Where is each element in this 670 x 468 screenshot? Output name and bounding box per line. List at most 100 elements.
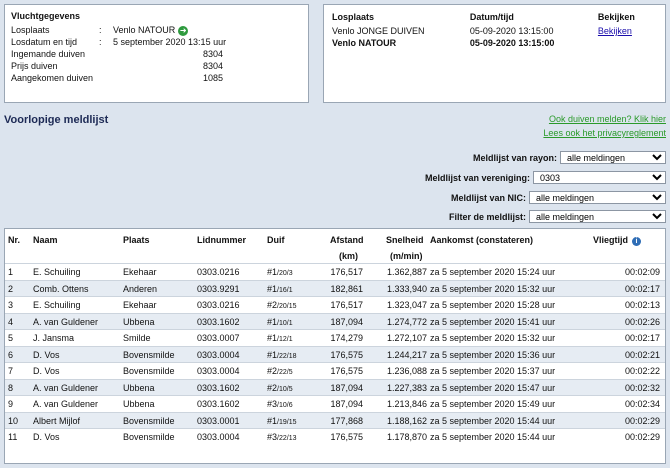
cell-vliegtijd: 00:02:26 <box>624 316 660 327</box>
cell-aankomst: za 5 september 2020 15:28 uur <box>430 300 556 310</box>
flight-value: 5 september 2020 13:15 uur <box>113 37 227 47</box>
cell-afstand: 176,517 <box>330 300 363 310</box>
cell-naam: Comb. Ottens <box>33 283 89 294</box>
flight-sep <box>99 72 113 84</box>
cell-snelheid: 1.236,088 <box>386 366 427 376</box>
filter-meldlijst: Filter de meldlijst: alle meldingen <box>449 210 666 223</box>
release-header: Losplaats Datum/tijd Bekijken <box>332 11 657 23</box>
rayon-select[interactable]: alle meldingen <box>560 151 666 164</box>
cell-duif: #3/22/13 <box>267 432 297 442</box>
cell-aankomst: za 5 september 2020 15:36 uur <box>430 349 556 360</box>
cell-afstand: 187,094 <box>330 399 363 409</box>
cell-lid: 0303.0004 <box>197 366 240 376</box>
table-header: Nr. Naam Plaats Lidnummer Duif Afstand (… <box>5 229 665 263</box>
cell-aankomst: za 5 september 2020 15:47 uur <box>430 382 556 393</box>
cell-plaats: Ubbena <box>123 382 155 393</box>
report-pigeons-link[interactable]: Ook duiven melden? Klik hier <box>549 114 666 124</box>
filter-nic: Meldlijst van NIC: alle meldingen <box>451 191 666 204</box>
filter-vereniging-label: Meldlijst van vereniging: <box>424 172 530 183</box>
nic-select[interactable]: alle meldingen <box>529 191 666 204</box>
cell-naam: E. Schuiling <box>33 300 81 310</box>
release-header-losplaats: Losplaats <box>332 12 375 22</box>
flight-label: Losdatum en tijd <box>11 37 78 47</box>
table-row: 7 D. Vos Bovensmilde 0303.0004 #2/22/5 176,57… <box>5 362 665 379</box>
cell-afstand: 176,575 <box>330 366 363 376</box>
cell-nr: 10 <box>8 415 19 426</box>
cell-snelheid: 1.333,940 <box>386 283 427 294</box>
cell-snelheid: 1.213,846 <box>386 399 427 409</box>
cell-lid: 0303.0216 <box>197 300 240 310</box>
cell-nr: 3 <box>8 300 14 310</box>
meldlijst-select[interactable]: alle meldingen <box>529 210 666 223</box>
table-row: 8 A. van Guldener Ubbena 0303.1602 #2/10/5 18… <box>5 378 665 395</box>
release-row: Venlo JONGE DUIVEN 05-09-2020 13:15:00 B… <box>332 25 657 37</box>
flight-row-losplaats: Losplaats : Venlo NATOUR ➜ <box>11 24 302 36</box>
cell-naam: D. Vos <box>33 432 60 442</box>
cell-vliegtijd: 00:02:34 <box>624 399 660 409</box>
table-row: 10 Albert Mijlof Bovensmilde 0303.0001 #1/19… <box>5 411 665 428</box>
cell-snelheid: 1.178,870 <box>386 432 427 442</box>
cell-plaats: Ekehaar <box>123 267 157 277</box>
cell-aankomst: za 5 september 2020 15:44 uur <box>430 432 556 442</box>
privacy-link[interactable]: Lees ook het privacyreglement <box>543 128 666 138</box>
cell-nr: 9 <box>8 399 14 409</box>
filter-rayon: Meldlijst van rayon: alle meldingen <box>473 151 666 164</box>
cell-snelheid: 1.272,107 <box>386 333 427 343</box>
cell-afstand: 182,861 <box>330 283 363 294</box>
release-header-bekijken: Bekijken <box>597 12 635 22</box>
cell-snelheid: 1.227,383 <box>386 382 427 393</box>
cell-nr: 1 <box>8 267 14 277</box>
cell-plaats: Bovensmilde <box>123 366 175 376</box>
cell-nr: 6 <box>8 349 14 360</box>
cell-lid: 0303.9291 <box>197 283 240 294</box>
col-naam: Naam <box>33 235 58 245</box>
arrow-right-icon[interactable]: ➜ <box>178 25 189 36</box>
cell-nr: 11 <box>8 432 18 442</box>
cell-vliegtijd: 00:02:32 <box>624 382 660 393</box>
table-row: 11 D. Vos Bovensmilde 0303.0004 #3/22/13 176,… <box>5 428 665 445</box>
cell-naam: D. Vos <box>33 366 60 376</box>
cell-afstand: 174,279 <box>330 333 363 343</box>
info-icon[interactable]: i <box>632 237 642 246</box>
cell-vliegtijd: 00:02:29 <box>624 432 660 442</box>
release-bekijken <box>598 37 657 49</box>
table-row: 6 D. Vos Bovensmilde 0303.0004 #1/22/18 176,5… <box>5 345 665 362</box>
cell-lid: 0303.0004 <box>197 349 240 360</box>
cell-nr: 8 <box>8 382 14 393</box>
cell-plaats: Ekehaar <box>123 300 157 310</box>
flight-label: Ingemande duiven <box>11 49 86 59</box>
vereniging-select[interactable]: 0303 <box>533 171 666 184</box>
col-afstand-unit: (km) <box>339 251 359 261</box>
flight-row-prijs: Prijs duiven 8304 <box>11 60 302 72</box>
cell-aankomst: za 5 september 2020 15:32 uur <box>430 333 556 343</box>
release-row-active: Venlo NATOUR 05-09-2020 13:15:00 <box>332 37 657 49</box>
cell-plaats: Anderen <box>123 283 158 294</box>
cell-aankomst: za 5 september 2020 15:41 uur <box>430 316 556 327</box>
filter-rayon-label: Meldlijst van rayon: <box>472 152 557 163</box>
cell-lid: 0303.1602 <box>197 316 240 327</box>
filter-vereniging: Meldlijst van vereniging: 0303 <box>425 171 666 184</box>
cell-naam: A. van Guldener <box>33 316 99 327</box>
cell-lid: 0303.1602 <box>197 399 240 409</box>
cell-vliegtijd: 00:02:13 <box>624 300 660 310</box>
cell-nr: 5 <box>8 333 14 343</box>
col-lidnummer: Lidnummer <box>197 235 247 245</box>
flight-value: Venlo NATOUR ➜ <box>113 25 189 36</box>
cell-plaats: Bovensmilde <box>123 349 175 360</box>
cell-snelheid: 1.323,047 <box>386 300 427 310</box>
cell-plaats: Smilde <box>123 333 151 343</box>
cell-aankomst: za 5 september 2020 15:24 uur <box>430 267 556 277</box>
table-row: 2 Comb. Ottens Anderen 0303.9291 #1/16/1 182,… <box>5 279 665 296</box>
cell-vliegtijd: 00:02:29 <box>624 415 660 426</box>
flight-sep: : <box>99 37 102 47</box>
cell-vliegtijd: 00:02:17 <box>624 283 660 294</box>
cell-naam: D. Vos <box>33 349 60 360</box>
bekijken-link[interactable]: Bekijken <box>598 25 657 37</box>
flight-value: 8304 <box>202 61 223 71</box>
cell-vliegtijd: 00:02:21 <box>624 349 660 360</box>
flight-sep <box>99 48 113 60</box>
cell-lid: 0303.0004 <box>197 432 240 442</box>
cell-vliegtijd: 00:02:17 <box>624 333 660 343</box>
cell-plaats: Ubbena <box>123 316 155 327</box>
cell-snelheid: 1.188,162 <box>386 415 427 426</box>
